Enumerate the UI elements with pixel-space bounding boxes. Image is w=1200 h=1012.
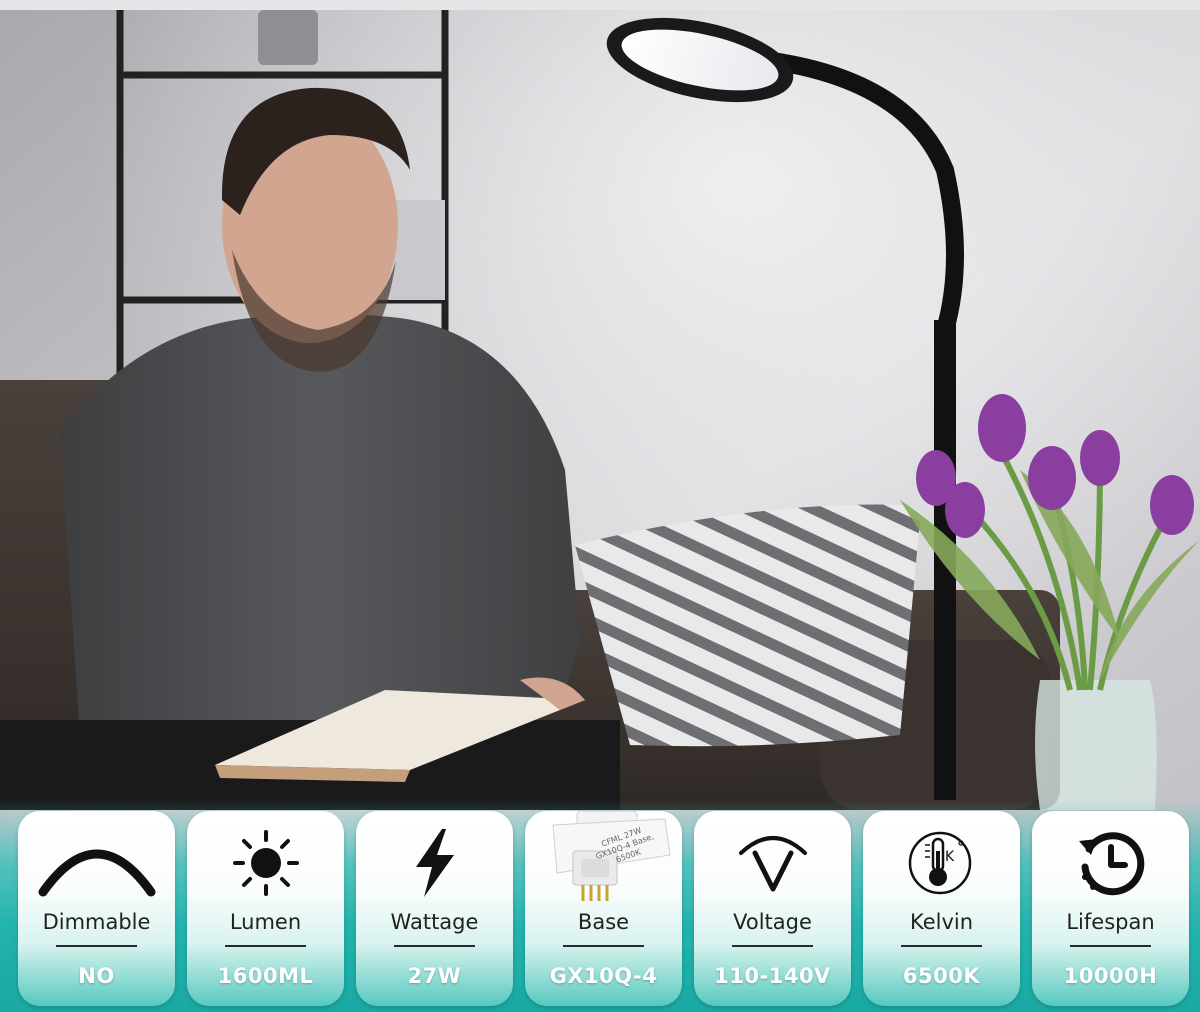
voltage-gauge-icon [694,823,851,903]
dimmer-arc-icon [18,823,175,903]
spec-label: Lifespan [1066,910,1155,934]
spec-value: 110-140V [714,964,831,988]
spec-value: 27W [407,964,462,988]
divider [394,945,475,947]
spec-card-wattage: Wattage 27W [356,811,513,1006]
divider [1070,945,1151,947]
thermometer-kelvin-icon: K [863,823,1020,903]
spec-label: Base [577,910,630,934]
spec-value: 10000H [1063,964,1158,988]
spec-card-voltage: Voltage 110-140V [694,811,851,1006]
svg-text:K: K [945,849,955,865]
divider [225,945,306,947]
sun-icon [187,823,344,903]
divider [56,945,137,947]
spec-card-kelvin: K Kelvin 6500K [863,811,1020,1006]
divider [732,945,813,947]
lightning-bolt-icon [356,823,513,903]
spec-label: Kelvin [909,910,974,934]
spec-value: 6500K [902,964,981,988]
spec-card-dimmable: Dimmable NO [18,811,175,1006]
spec-label: Dimmable [42,910,151,934]
divider [901,945,982,947]
spec-value: GX10Q-4 [549,964,658,988]
spec-card-base: CFML 27W GX10Q-4 Base, 6500K Base GX10Q-… [525,811,682,1006]
divider [563,945,644,947]
spec-card-lumen: Lumen 1600ML [187,811,344,1006]
spec-value: NO [78,964,115,988]
bulb-base-photo: CFML 27W GX10Q-4 Base, 6500K [525,811,682,903]
spec-label: Voltage [733,910,812,934]
spec-label: Wattage [390,910,479,934]
spec-label: Lumen [229,910,302,934]
spec-card-lifespan: Lifespan 10000H [1032,811,1189,1006]
history-clock-icon [1032,823,1189,903]
spec-value: 1600ML [217,964,314,988]
